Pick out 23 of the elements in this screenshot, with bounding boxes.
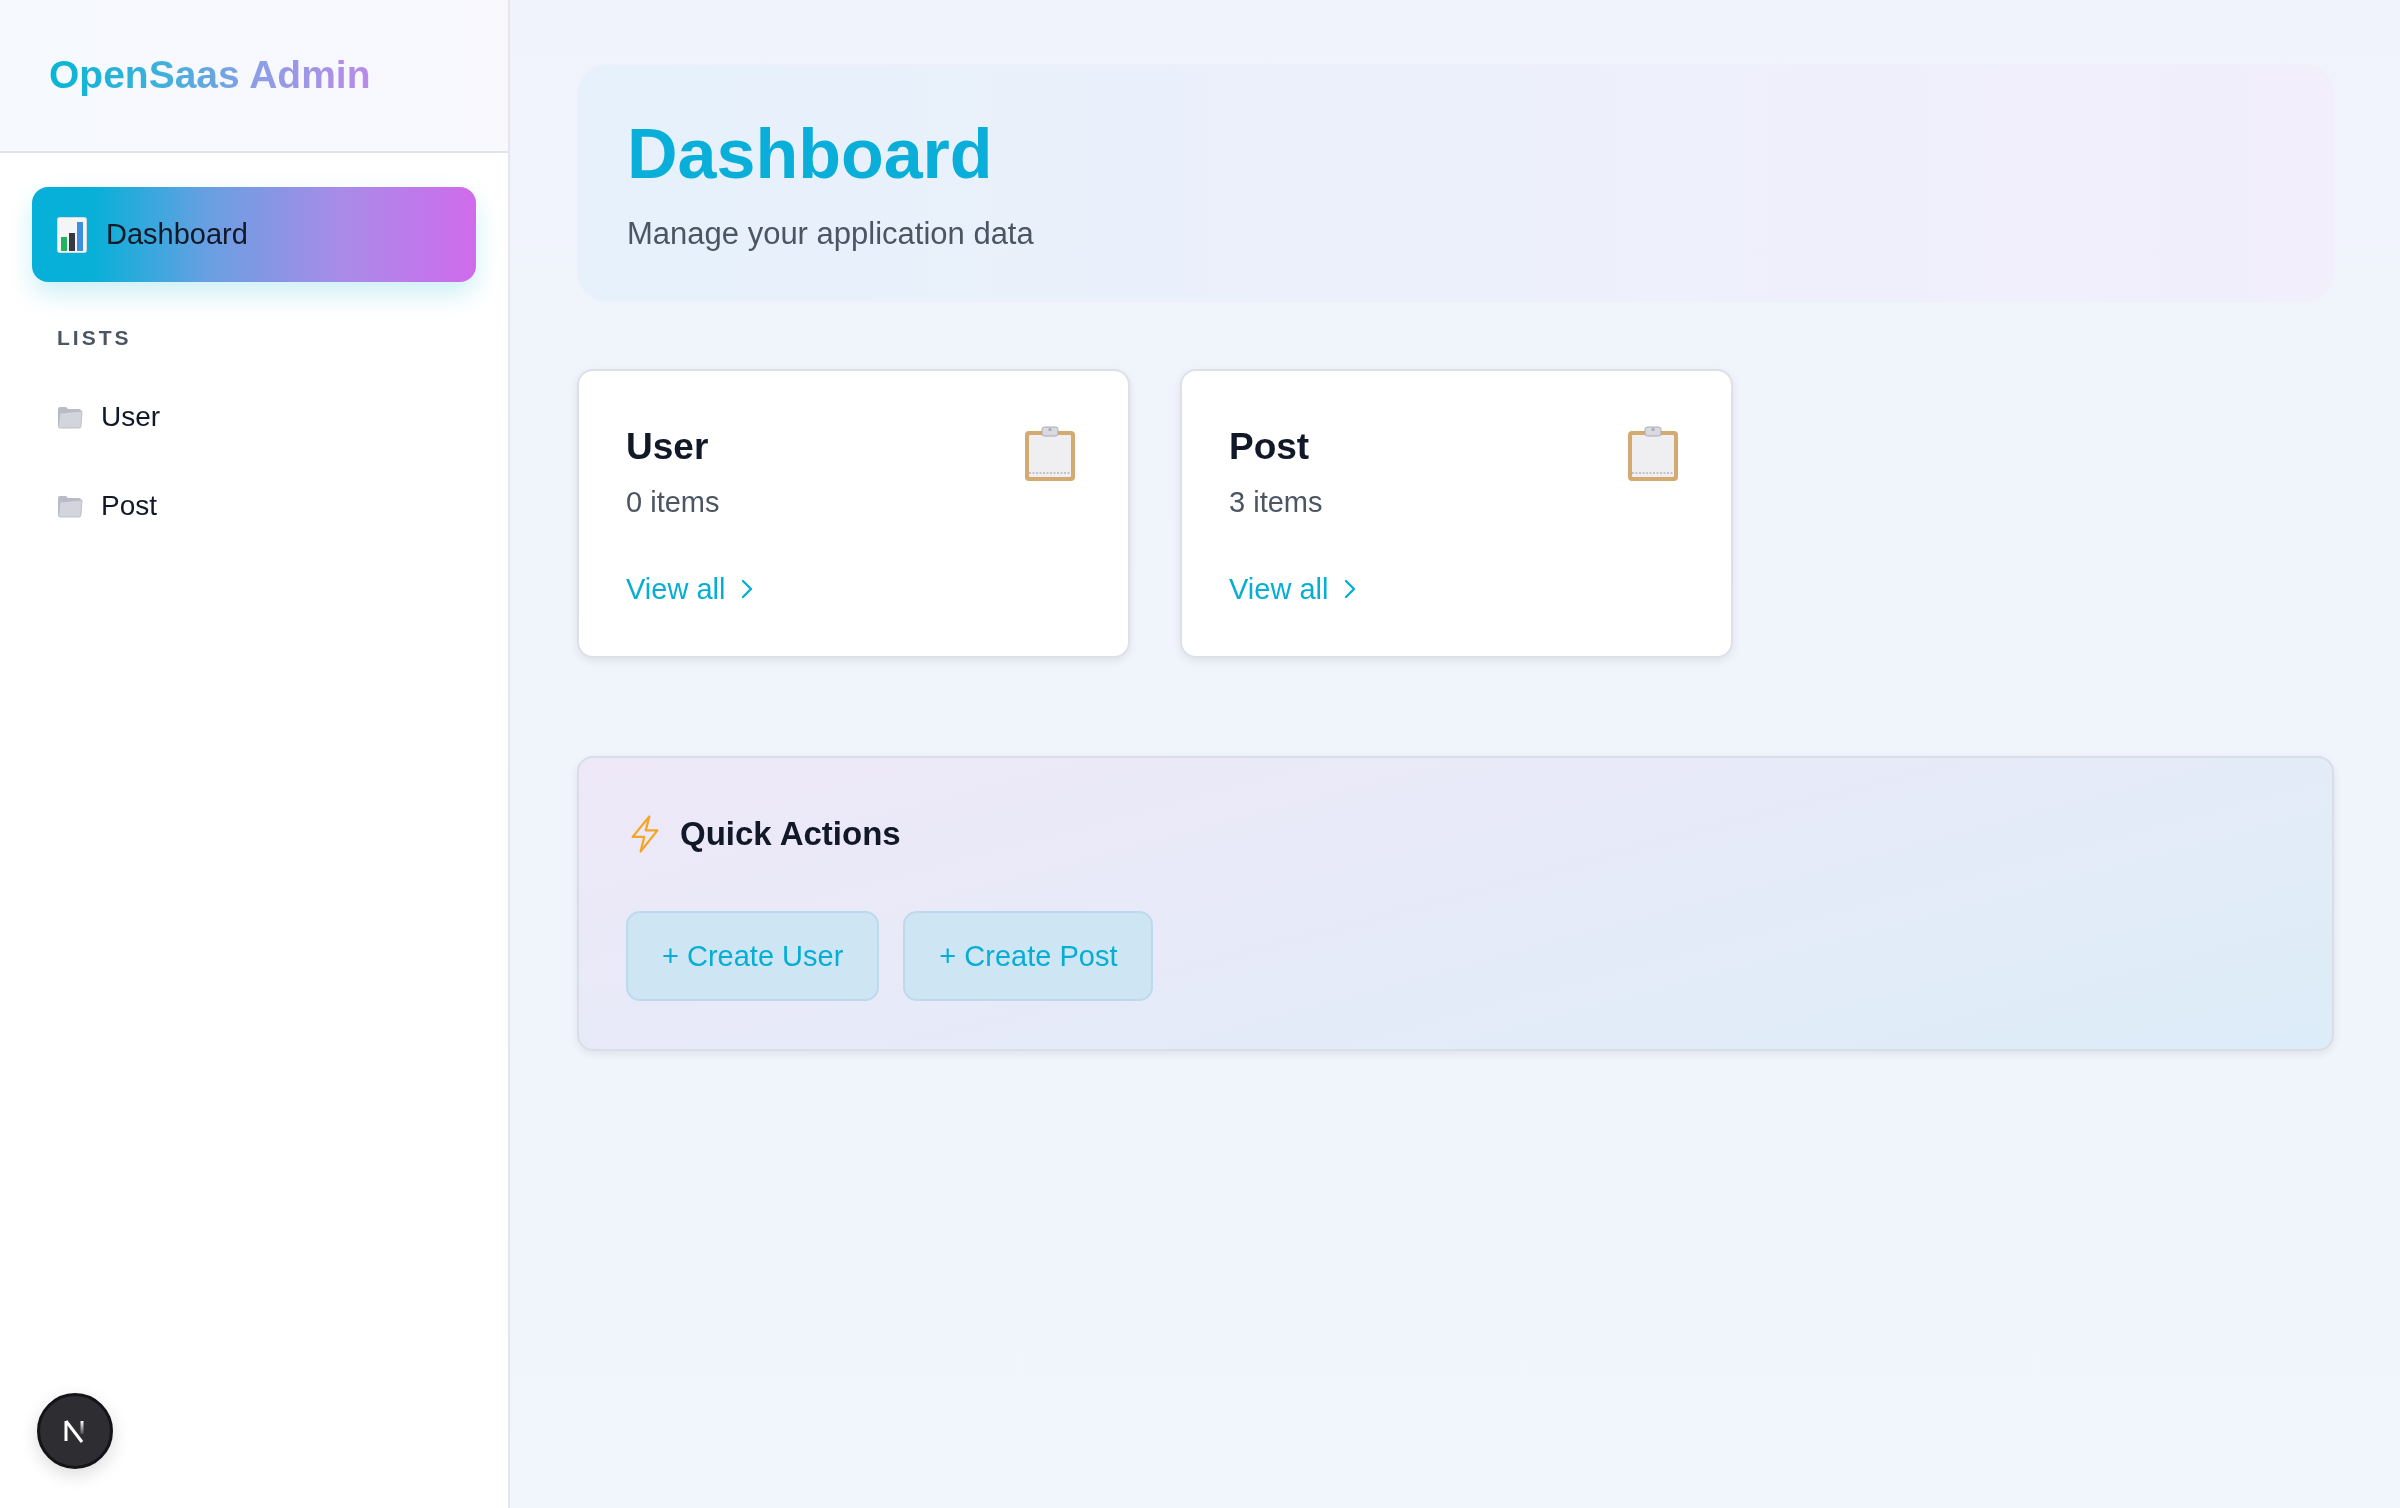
folder-icon bbox=[57, 404, 83, 429]
item-count: 0 items bbox=[626, 485, 721, 519]
bar-chart-icon bbox=[57, 216, 87, 253]
section-heading: LISTS bbox=[57, 326, 132, 350]
sidebar-nav-item[interactable]: Dashboard bbox=[32, 187, 476, 282]
folder-icon bbox=[57, 493, 83, 518]
view-all-link[interactable]: View all bbox=[1229, 572, 1357, 606]
sidebar-list-item[interactable]: User bbox=[32, 372, 476, 461]
item-count: 3 items bbox=[1229, 485, 1324, 519]
create-button[interactable]: + Create User bbox=[626, 911, 880, 1001]
clipboard-icon bbox=[1626, 425, 1680, 482]
page-title: Dashboard bbox=[627, 114, 993, 194]
create-button[interactable]: + Create Post bbox=[903, 911, 1154, 1001]
panel-title: Quick Actions bbox=[680, 814, 901, 854]
lightning-bolt-icon bbox=[630, 815, 660, 853]
card-title: Post bbox=[1229, 425, 1311, 469]
clipboard-icon bbox=[1023, 425, 1077, 482]
card-title: User bbox=[626, 425, 710, 469]
chevron-right-icon bbox=[741, 579, 754, 599]
page-subtitle: Manage your application data bbox=[627, 216, 1034, 252]
chevron-right-icon bbox=[1344, 579, 1357, 599]
view-all-link[interactable]: View all bbox=[626, 572, 754, 606]
sidebar-list-item[interactable]: Post bbox=[32, 461, 476, 550]
